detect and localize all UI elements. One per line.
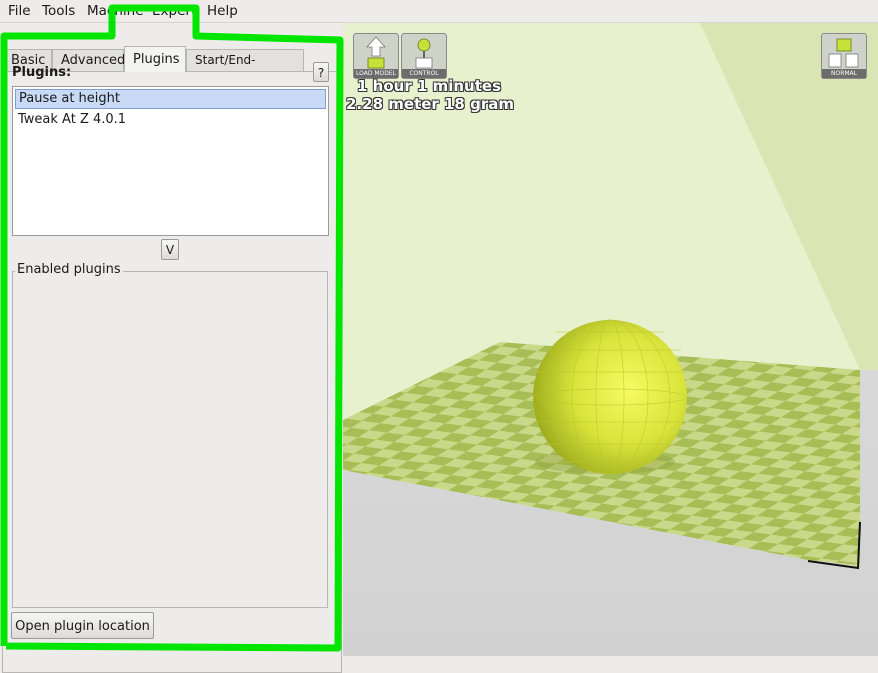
open-plugin-location-button[interactable]: Open plugin location <box>11 612 154 639</box>
enabled-plugins-group <box>12 271 328 608</box>
plugin-list[interactable]: Pause at height Tweak At Z 4.0.1 <box>12 86 329 236</box>
3d-viewport[interactable]: LOAD MODEL CONTROL NORMAL 1 hour 1 minut… <box>343 23 878 656</box>
menu-tools[interactable]: Tools <box>42 3 75 19</box>
load-model-icon <box>366 36 386 69</box>
control-icon <box>415 38 433 69</box>
tab-start-end-gcode[interactable]: Start/End-GCode <box>186 49 304 88</box>
menu-expert[interactable]: Expert <box>152 3 196 19</box>
load-model-button[interactable]: LOAD MODEL <box>353 33 399 79</box>
list-item-pause-at-height[interactable]: Pause at height <box>15 89 326 109</box>
sphere-model[interactable] <box>532 319 688 475</box>
enabled-plugins-label: Enabled plugins <box>15 262 123 277</box>
list-item-tweak-at-z[interactable]: Tweak At Z 4.0.1 <box>15 110 326 130</box>
add-plugin-button[interactable]: V <box>161 239 179 260</box>
menu-bar: File Tools Machine Expert Help <box>0 0 878 23</box>
print-time-label: 1 hour 1 minutes <box>357 77 502 95</box>
menu-file[interactable]: File <box>8 3 31 19</box>
view-mode-button[interactable]: NORMAL <box>821 33 867 79</box>
tab-plugins[interactable]: Plugins <box>124 46 186 72</box>
menu-machine[interactable]: Machine <box>87 3 144 19</box>
view-mode-icon <box>828 38 859 68</box>
help-button[interactable]: ? <box>313 62 329 82</box>
print-usage-label: 2.28 meter 18 gram <box>346 95 514 113</box>
menu-help[interactable]: Help <box>207 3 238 19</box>
plugins-heading: Plugins: <box>12 65 72 80</box>
control-button[interactable]: CONTROL <box>401 33 447 79</box>
scene-canvas <box>343 23 878 656</box>
view-mode-caption: NORMAL <box>822 69 866 78</box>
